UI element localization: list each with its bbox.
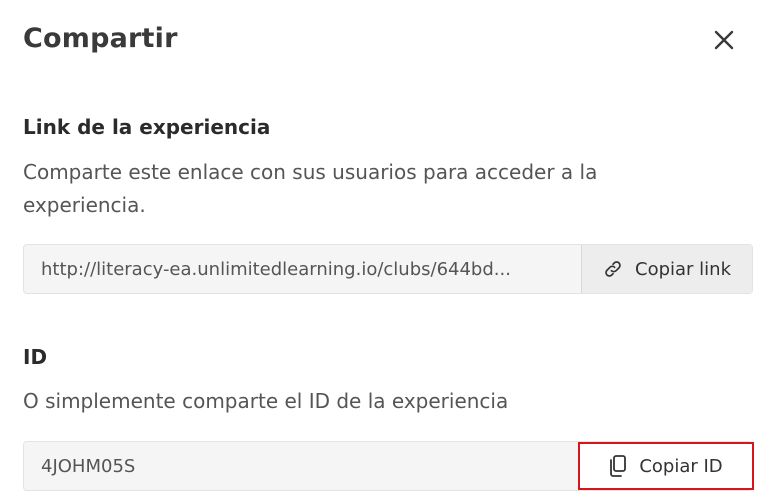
id-section-heading: ID — [23, 345, 48, 369]
copy-link-button[interactable]: Copiar link — [581, 245, 752, 293]
experience-id-value: 4JOHM05S — [41, 455, 136, 477]
copy-icon — [609, 455, 627, 477]
link-icon — [603, 259, 623, 279]
link-url-value: http://literacy-ea.unlimitedlearning.io/… — [41, 258, 511, 280]
close-button[interactable] — [710, 26, 738, 54]
share-dialog: Compartir Link de la experiencia Compart… — [0, 0, 768, 502]
link-field: http://literacy-ea.unlimitedlearning.io/… — [23, 244, 753, 294]
dialog-header: Compartir — [23, 0, 754, 80]
link-section-heading: Link de la experiencia — [23, 115, 271, 139]
copy-id-label: Copiar ID — [639, 455, 723, 477]
id-section-description: O simplemente comparte el ID de la exper… — [23, 389, 509, 413]
link-section-description: Comparte este enlace con sus usuarios pa… — [23, 160, 598, 217]
copy-id-button[interactable]: Copiar ID — [578, 442, 754, 490]
copy-link-label: Copiar link — [635, 258, 731, 280]
id-field: 4JOHM05S Copiar ID — [23, 441, 754, 491]
close-icon — [714, 30, 734, 50]
dialog-title: Compartir — [23, 23, 178, 54]
